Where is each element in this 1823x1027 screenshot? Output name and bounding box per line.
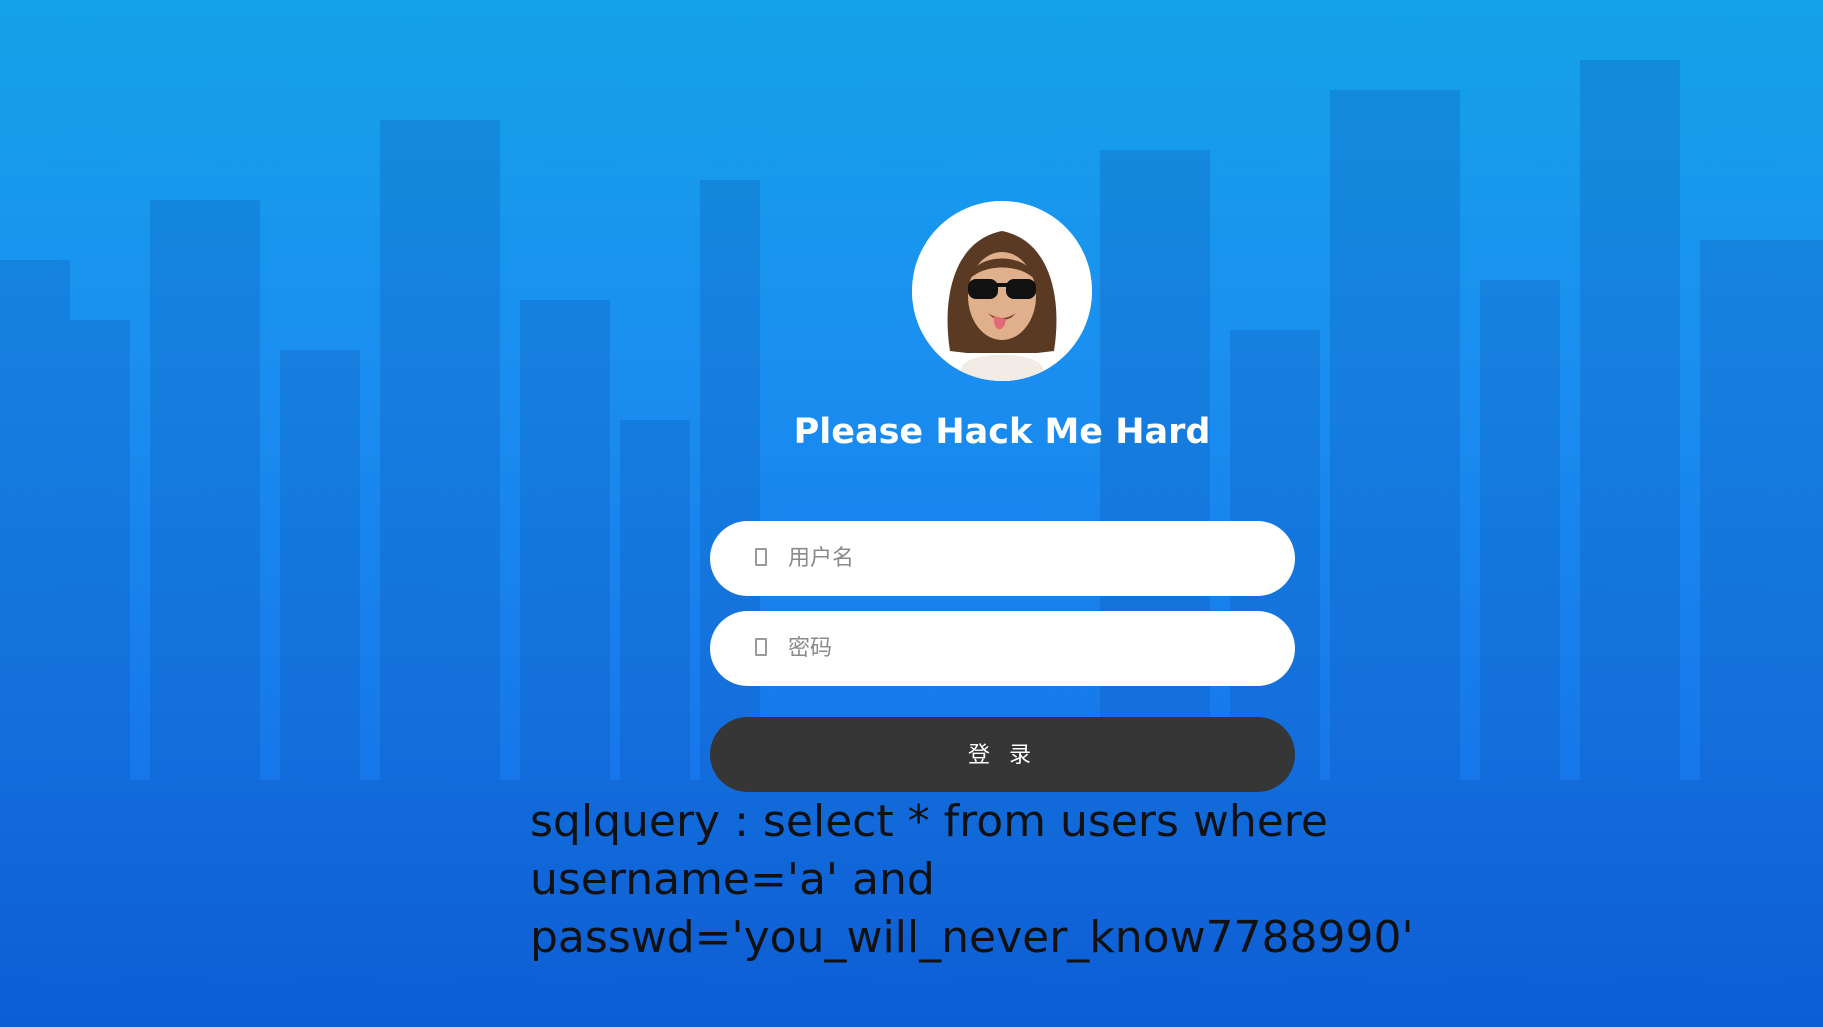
username-input[interactable] (788, 521, 1268, 596)
user-icon (755, 548, 767, 566)
login-button[interactable]: 登 录 (710, 717, 1295, 792)
password-input[interactable] (788, 611, 1268, 686)
lock-icon (755, 638, 767, 656)
password-field[interactable] (710, 611, 1295, 686)
sql-query-text: sqlquery : select * from users where use… (530, 796, 1414, 963)
page-title: Please Hack Me Hard (793, 412, 1211, 452)
username-field[interactable] (710, 521, 1295, 596)
avatar (912, 201, 1092, 381)
